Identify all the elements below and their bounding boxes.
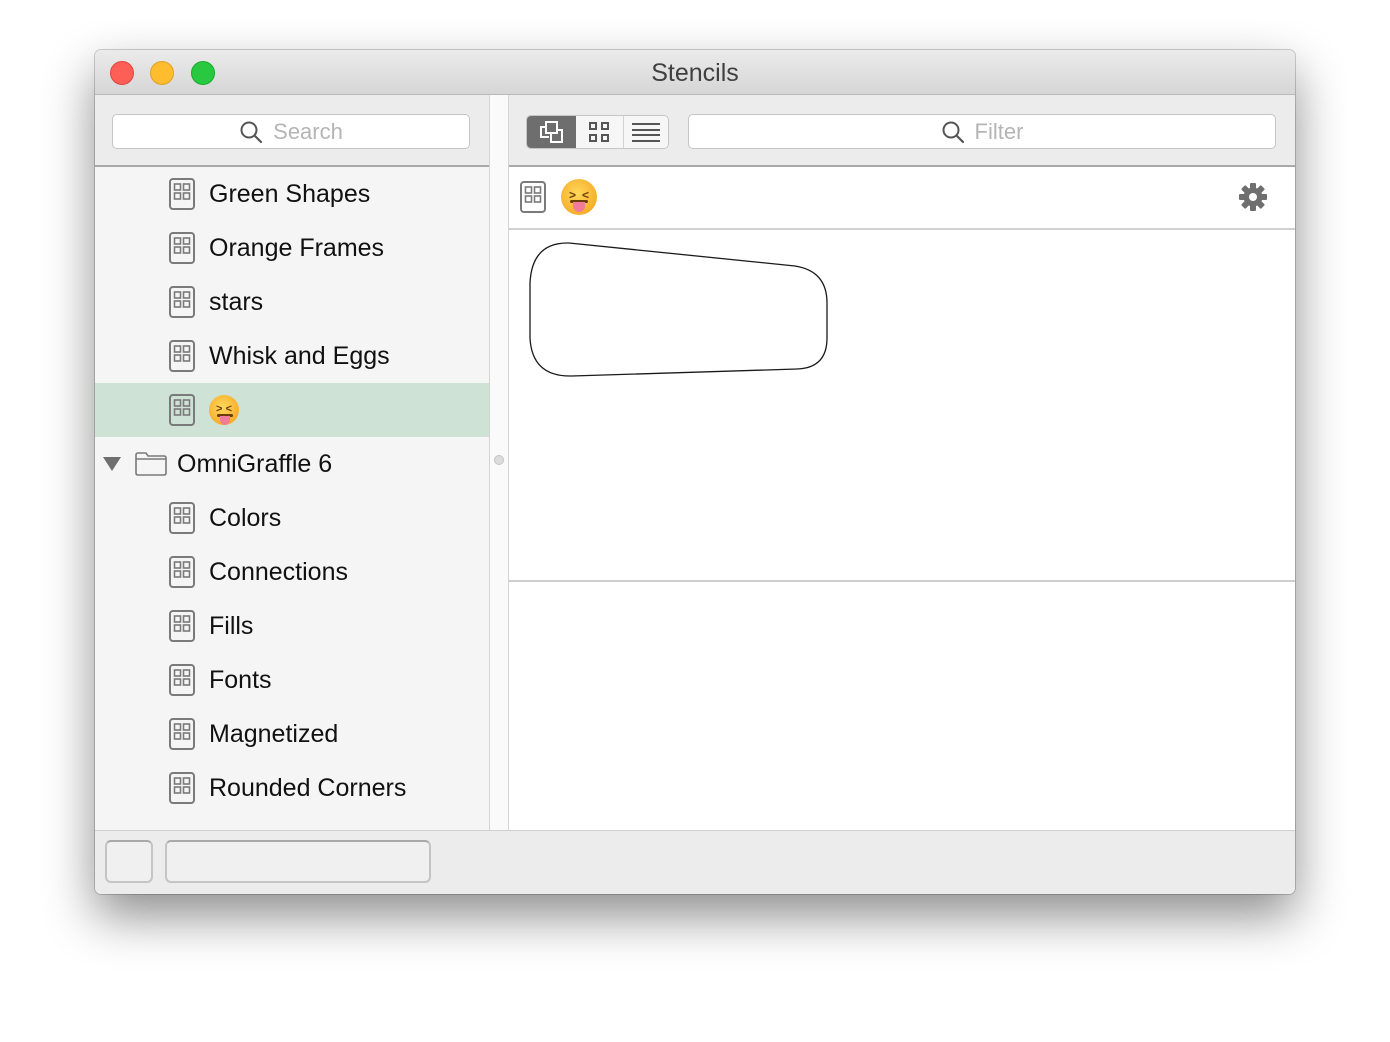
stencil-grid-icon xyxy=(169,556,195,588)
sidebar-item[interactable]: Magnetized xyxy=(95,707,489,761)
stencil-grid-icon xyxy=(169,610,195,642)
stencil-grid-icon xyxy=(169,286,195,318)
stencils-window: Stencils Search Green Shapes Orange Frame… xyxy=(95,50,1295,894)
sidebar-header: Search xyxy=(95,95,489,167)
sidebar-item-label: Colors xyxy=(209,503,282,532)
rounded-trapezoid-shape[interactable] xyxy=(527,238,837,383)
emoji-label: > < xyxy=(209,395,239,425)
stencil-grid-icon xyxy=(169,718,195,750)
window-title: Stencils xyxy=(651,59,739,87)
stencil-grid-icon xyxy=(169,232,195,264)
stencil-canvas[interactable] xyxy=(509,230,1295,582)
split-view-divider[interactable] xyxy=(489,95,509,830)
view-mode-segmented-control[interactable] xyxy=(526,115,669,149)
shapes-view-icon xyxy=(539,121,563,143)
sidebar-item-selected[interactable]: > < xyxy=(95,383,489,437)
sidebar-item[interactable]: Fills xyxy=(95,599,489,653)
sidebar-item[interactable]: Rounded Corners xyxy=(95,761,489,815)
filter-input[interactable]: Filter xyxy=(688,114,1276,149)
stencil-grid-icon xyxy=(169,664,195,696)
sidebar-folder[interactable]: OmniGraffle 6 xyxy=(95,437,489,491)
disclosure-triangle-icon[interactable] xyxy=(103,457,121,471)
search-icon xyxy=(942,121,964,143)
stencil-grid-icon xyxy=(520,181,546,213)
name-field[interactable] xyxy=(165,840,431,883)
sidebar-item-label: Green Shapes xyxy=(209,179,371,208)
sidebar-item-label: Fonts xyxy=(209,665,272,694)
sidebar-item-label: Rounded Corners xyxy=(209,773,407,802)
title-bar: Stencils xyxy=(95,50,1295,95)
search-icon xyxy=(240,121,263,143)
sidebar-item-label: Fills xyxy=(209,611,254,640)
list-view-icon xyxy=(631,123,660,142)
gear-icon[interactable] xyxy=(1238,182,1268,212)
divider-handle[interactable] xyxy=(494,455,504,465)
stencil-grid-icon xyxy=(169,502,195,534)
action-button[interactable] xyxy=(105,840,153,883)
bottom-bar xyxy=(95,830,1295,894)
sidebar-item[interactable]: Colors xyxy=(95,491,489,545)
sidebar-item-label: OmniGraffle 6 xyxy=(177,449,333,478)
stencil-header: > < xyxy=(509,167,1295,230)
sidebar-item-label: Whisk and Eggs xyxy=(209,341,390,370)
content-toolbar: Filter xyxy=(509,95,1295,167)
stencil-grid-icon xyxy=(169,340,195,372)
canvas-lower-area xyxy=(509,582,1295,830)
sidebar-item[interactable]: Connections xyxy=(95,545,489,599)
folder-icon xyxy=(135,452,167,476)
sidebar-item-label: Orange Frames xyxy=(209,233,385,262)
sidebar-item-label: stars xyxy=(209,287,264,316)
stencil-name-emoji: > < xyxy=(561,179,597,215)
filter-placeholder: Filter xyxy=(974,118,1024,144)
sidebar-item[interactable]: Fonts xyxy=(95,653,489,707)
grid-view-icon xyxy=(589,122,610,142)
stencil-library-list: Green Shapes Orange Frames stars Whisk and … xyxy=(95,167,489,830)
stencil-grid-icon xyxy=(169,772,195,804)
sidebar-item[interactable]: Whisk and Eggs xyxy=(95,329,489,383)
sidebar-item[interactable]: Orange Frames xyxy=(95,221,489,275)
grid-view-button[interactable] xyxy=(576,116,624,148)
stencil-grid-icon xyxy=(169,394,195,426)
sidebar-item[interactable]: Green Shapes xyxy=(95,167,489,221)
stencil-grid-icon xyxy=(169,178,195,210)
list-view-button[interactable] xyxy=(624,116,668,148)
search-input[interactable]: Search xyxy=(112,114,470,149)
sidebar-item-label: Magnetized xyxy=(209,719,339,748)
search-placeholder: Search xyxy=(273,118,343,144)
sidebar-item-label: Connections xyxy=(209,557,348,586)
sidebar-item[interactable]: stars xyxy=(95,275,489,329)
shapes-view-button[interactable] xyxy=(527,116,577,148)
